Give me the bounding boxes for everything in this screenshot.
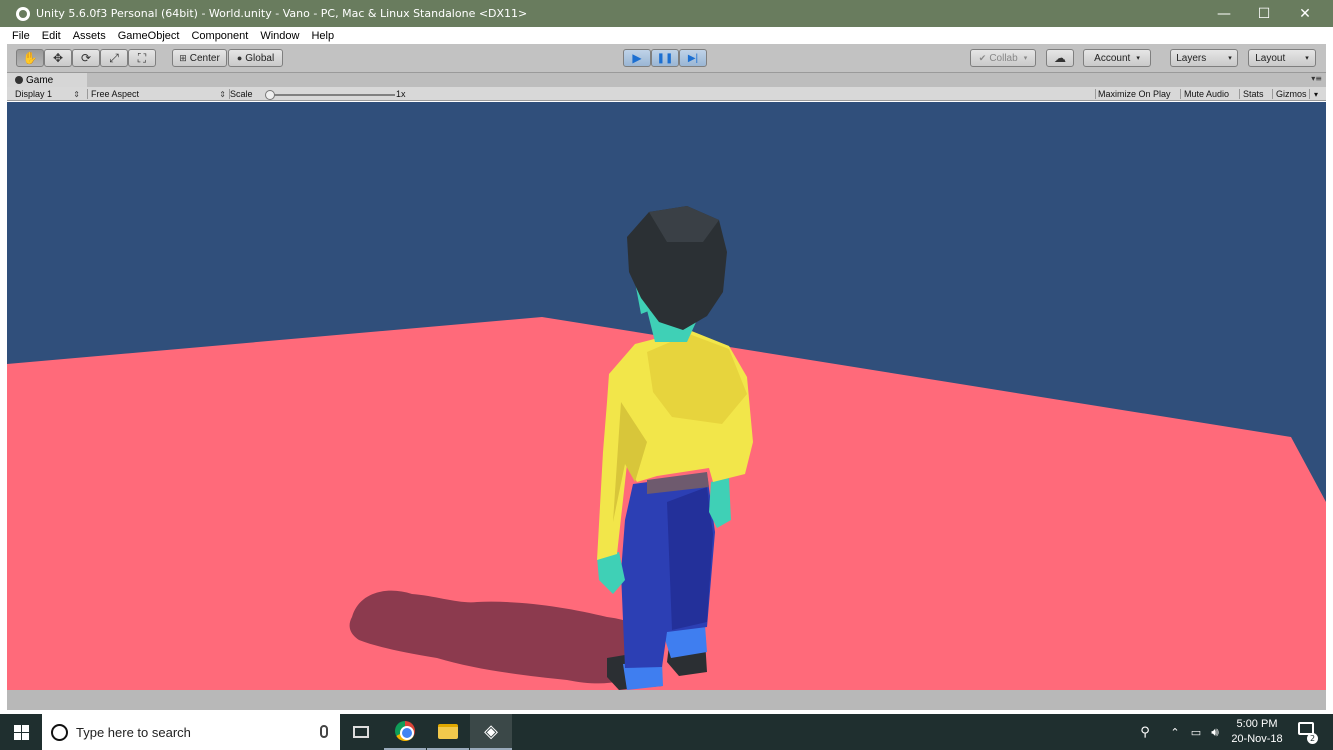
folder-icon bbox=[438, 723, 458, 739]
clock-time: 5:00 PM bbox=[1236, 718, 1278, 730]
game-viewport[interactable] bbox=[7, 102, 1326, 690]
check-icon: ✔ bbox=[978, 52, 987, 63]
display-dropdown[interactable]: Display 1 bbox=[11, 87, 83, 101]
mute-audio-toggle[interactable]: Mute Audio bbox=[1180, 87, 1233, 101]
cloud-icon: ☁ bbox=[1054, 51, 1066, 65]
pause-button[interactable]: ❚❚ bbox=[651, 49, 679, 67]
menu-bar: File Edit Assets GameObject Component Wi… bbox=[0, 27, 1333, 44]
minimize-button[interactable]: — bbox=[1204, 0, 1244, 27]
menu-window[interactable]: Window bbox=[260, 30, 299, 42]
menu-edit[interactable]: Edit bbox=[42, 30, 61, 42]
pause-icon: ❚❚ bbox=[656, 52, 674, 64]
aspect-dropdown[interactable]: Free Aspect bbox=[87, 87, 229, 101]
gizmos-dropdown-icon[interactable]: ▾ bbox=[1310, 87, 1322, 101]
camera-icon bbox=[15, 76, 23, 84]
taskbar-clock[interactable]: 5:00 PM 20-Nov-18 bbox=[1224, 717, 1290, 747]
unity-icon: ◈ bbox=[484, 720, 498, 742]
layers-dropdown[interactable]: Layers ▾ bbox=[1170, 49, 1238, 67]
volume-icon[interactable]: 🔊︎ bbox=[1206, 714, 1224, 750]
action-center-button[interactable]: 2 bbox=[1296, 720, 1318, 744]
tab-menu-icon[interactable]: ▾≡ bbox=[1311, 74, 1322, 83]
unity-editor-window: Unity 5.6.0f3 Personal (64bit) - World.u… bbox=[0, 0, 1333, 750]
step-button[interactable]: ▶| bbox=[679, 49, 707, 67]
globe-icon: ● bbox=[236, 53, 243, 63]
game-view-options: Display 1 Free Aspect Scale 1x Maximize … bbox=[7, 87, 1326, 101]
collab-button[interactable]: ✔ Collab ▾ bbox=[970, 49, 1036, 67]
game-tab-bar: Game ▾≡ bbox=[7, 73, 1326, 87]
close-button[interactable]: ✕ bbox=[1285, 0, 1325, 27]
battery-icon[interactable]: ▭ bbox=[1187, 714, 1205, 750]
step-icon: ▶| bbox=[687, 52, 699, 64]
menu-file[interactable]: File bbox=[12, 30, 30, 42]
maximize-on-play-toggle[interactable]: Maximize On Play bbox=[1094, 87, 1175, 101]
play-icon: ▶ bbox=[632, 51, 642, 65]
clock-date: 20-Nov-18 bbox=[1231, 733, 1283, 745]
cloud-button[interactable]: ☁ bbox=[1046, 49, 1074, 67]
people-icon[interactable]: ⚲ bbox=[1134, 714, 1156, 750]
menu-component[interactable]: Component bbox=[191, 30, 248, 42]
windows-taskbar: Type here to search ◈ ⚲ ⌃ ▭ 🔊︎ 5:00 PM 2… bbox=[0, 714, 1333, 750]
unity-taskbar-button[interactable]: ◈ bbox=[470, 714, 512, 750]
notification-count-badge: 2 bbox=[1307, 733, 1318, 744]
layout-dropdown[interactable]: Layout ▾ bbox=[1248, 49, 1316, 67]
hand-tool-button[interactable]: ✋ bbox=[16, 49, 44, 67]
unity-logo-icon bbox=[16, 6, 30, 21]
search-placeholder: Type here to search bbox=[76, 724, 191, 740]
scale-slider-track[interactable] bbox=[271, 94, 395, 96]
pivot-icon: ⊞ bbox=[179, 52, 187, 63]
file-explorer-taskbar-button[interactable] bbox=[427, 714, 469, 750]
pivot-center-button[interactable]: ⊞ Center bbox=[172, 49, 227, 67]
character-pants-shade bbox=[667, 487, 713, 630]
menu-gameobject[interactable]: GameObject bbox=[118, 30, 180, 42]
scale-value: 1x bbox=[396, 89, 406, 99]
scale-icon: ⤢ bbox=[109, 50, 119, 65]
move-icon: ✥ bbox=[52, 51, 64, 65]
window-title: Unity 5.6.0f3 Personal (64bit) - World.u… bbox=[36, 7, 528, 20]
tab-game[interactable]: Game bbox=[7, 73, 87, 87]
taskbar-search-box[interactable]: Type here to search bbox=[42, 714, 340, 750]
main-toolbar: ✋ ✥ ⟳ ⤢ ⛶ ⊞ Center ● Global ▶ ❚❚ ▶| ✔ Co… bbox=[7, 44, 1326, 73]
show-hidden-icons-chevron-icon[interactable]: ⌃ bbox=[1166, 714, 1184, 750]
stats-toggle[interactable]: Stats bbox=[1239, 87, 1268, 101]
start-button[interactable] bbox=[0, 714, 42, 750]
menu-assets[interactable]: Assets bbox=[73, 30, 106, 42]
hand-icon: ✋ bbox=[22, 51, 38, 65]
maximize-button[interactable]: ☐ bbox=[1244, 0, 1284, 27]
cortana-icon bbox=[51, 723, 68, 741]
task-view-icon bbox=[353, 726, 369, 738]
move-tool-button[interactable]: ✥ bbox=[44, 49, 72, 67]
chrome-taskbar-button[interactable] bbox=[384, 714, 426, 750]
scale-label: Scale bbox=[230, 89, 253, 99]
scale-tool-button[interactable]: ⤢ bbox=[100, 49, 128, 67]
menu-help[interactable]: Help bbox=[311, 30, 334, 42]
pivot-global-button[interactable]: ● Global bbox=[228, 49, 283, 67]
rect-tool-button[interactable]: ⛶ bbox=[128, 49, 156, 67]
rotate-tool-button[interactable]: ⟳ bbox=[72, 49, 100, 67]
windows-logo-icon bbox=[13, 724, 29, 740]
gizmos-button[interactable]: Gizmos bbox=[1272, 87, 1311, 101]
title-bar: Unity 5.6.0f3 Personal (64bit) - World.u… bbox=[0, 0, 1333, 27]
play-button[interactable]: ▶ bbox=[623, 49, 651, 67]
task-view-button[interactable] bbox=[340, 714, 382, 750]
account-dropdown[interactable]: Account ▾ bbox=[1083, 49, 1151, 67]
chrome-icon bbox=[395, 721, 415, 741]
microphone-icon[interactable] bbox=[320, 725, 328, 738]
status-bar bbox=[7, 690, 1326, 710]
game-scene bbox=[7, 102, 1326, 690]
scale-slider-thumb[interactable] bbox=[265, 90, 275, 100]
rotate-icon: ⟳ bbox=[80, 51, 92, 65]
rect-icon: ⛶ bbox=[137, 50, 147, 65]
